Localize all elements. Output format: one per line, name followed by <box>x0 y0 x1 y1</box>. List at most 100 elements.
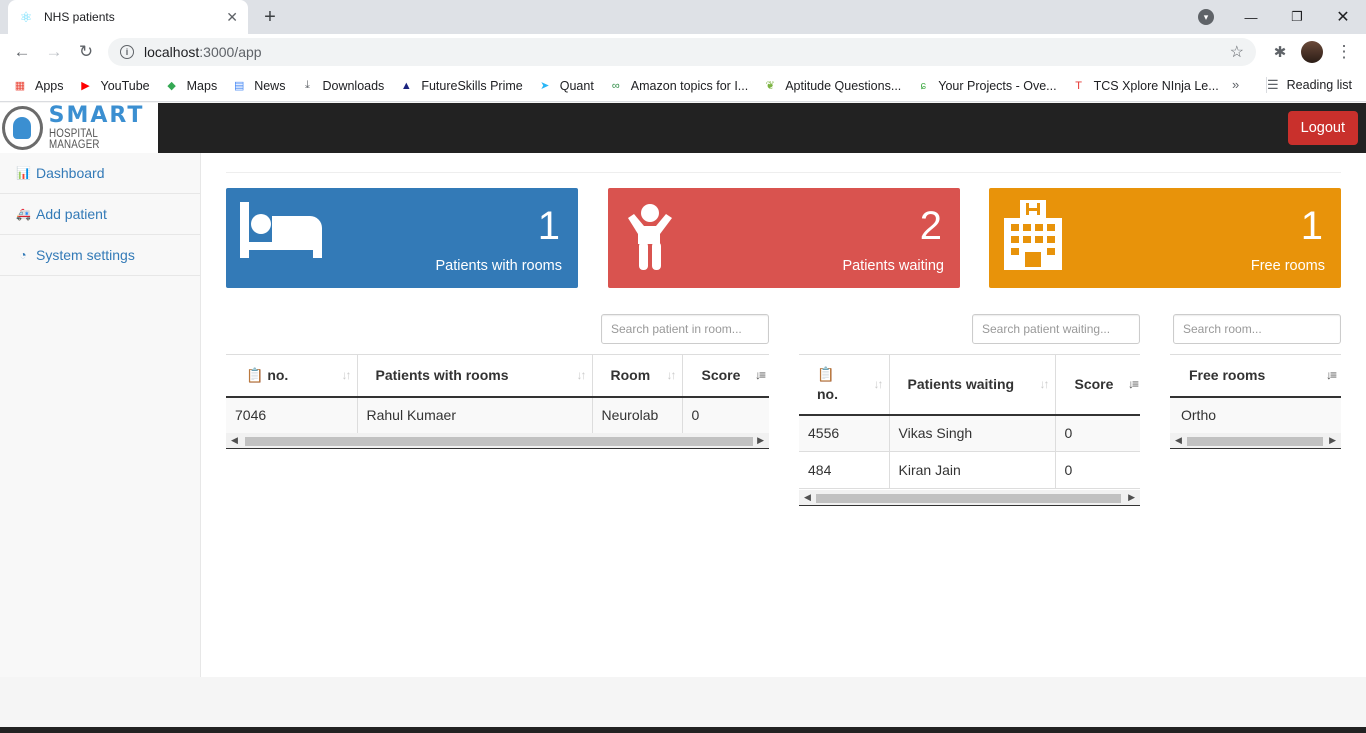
search-patient-waiting-input[interactable]: Search patient waiting... <box>972 314 1140 344</box>
reload-button[interactable]: ↻ <box>70 36 102 68</box>
new-tab-button[interactable]: + <box>258 5 282 29</box>
tab-search-icon[interactable]: ▾ <box>1198 9 1214 25</box>
bookmark-star-icon[interactable]: ☆ <box>1230 42 1244 62</box>
bookmark-label: Aptitude Questions... <box>785 78 902 93</box>
bookmark-label: Quant <box>559 78 594 93</box>
stethoscope-emblem-icon <box>2 106 43 150</box>
column-header-patients-with-rooms[interactable]: Patients with rooms ↓↑ <box>357 354 593 398</box>
logout-button[interactable]: Logout <box>1287 111 1358 145</box>
search-room-input[interactable]: Search room... <box>1173 314 1341 344</box>
taskbar-edge <box>0 727 1366 733</box>
back-button[interactable]: ← <box>6 36 38 68</box>
bookmark-youtube[interactable]: ▶ YouTube <box>78 78 150 94</box>
bookmark-news[interactable]: ▤ News <box>231 78 285 94</box>
waiting-table-scrollbar[interactable]: ◀ ▶ <box>799 490 1140 506</box>
gfg-icon: ∞ <box>611 79 620 92</box>
table-cell: Vikas Singh <box>889 414 1056 452</box>
free-rooms-table: Free rooms ↓≡ Ortho <box>1170 354 1341 434</box>
panel-label: Patients with rooms <box>435 258 562 274</box>
bookmark-futureskills-prime[interactable]: ▲ FutureSkills Prime <box>398 78 523 94</box>
restore-button[interactable]: ❐ <box>1274 0 1320 34</box>
bookmark-label: Maps <box>186 78 218 93</box>
sidebar-item-dashboard[interactable]: 📊 Dashboard <box>0 153 200 194</box>
table-row[interactable]: 4556 Vikas Singh 0 <box>799 414 1140 452</box>
column-header-score[interactable]: Score ↓≡ <box>682 354 769 398</box>
table-cell: Rahul Kumaer <box>357 396 593 434</box>
table-cell: 4556 <box>799 414 890 452</box>
close-window-button[interactable]: ✕ <box>1320 0 1366 34</box>
panel-value: 1 <box>537 204 560 248</box>
column-header-room[interactable]: Room ↓↑ <box>592 354 683 398</box>
extensions-icon[interactable]: ✱ <box>1264 34 1296 70</box>
minimize-button[interactable]: — <box>1228 0 1274 34</box>
browser-tab[interactable]: ⚛ NHS patients ✕ <box>8 0 248 34</box>
bookmark-label: Your Projects - Ove... <box>938 78 1057 93</box>
sidebar-item-label: System settings <box>36 247 135 263</box>
divider <box>226 172 1341 173</box>
overleaf-icon: ɕ <box>920 79 927 92</box>
table-cell: 0 <box>682 396 769 434</box>
panel-label: Free rooms <box>1250 258 1325 274</box>
app-header: SMART HOSPITAL MANAGER Logout <box>0 103 1366 153</box>
close-tab-icon[interactable]: ✕ <box>226 9 238 26</box>
column-header-score[interactable]: Score ↓≡ <box>1055 354 1140 416</box>
table-row[interactable]: 7046 Rahul Kumaer Neurolab 0 <box>226 396 769 434</box>
main-content: 1 Patients with rooms 2 Patients waiting… <box>201 153 1366 677</box>
address-bar[interactable]: i localhost:3000/app ☆ <box>108 38 1256 66</box>
rooms-table-scrollbar[interactable]: ◀ ▶ <box>226 433 769 449</box>
more-bookmarks-icon[interactable]: » <box>1232 77 1239 92</box>
panel-value: 2 <box>919 204 942 248</box>
reading-list-label: Reading list <box>1286 78 1352 92</box>
column-header-no[interactable]: 📋 no. ↓↑ <box>799 354 890 416</box>
reading-list-button[interactable]: ☰ Reading list <box>1266 77 1352 93</box>
smart-hospital-logo[interactable]: SMART HOSPITAL MANAGER <box>0 103 158 153</box>
table-cell: 0 <box>1055 414 1140 452</box>
free-rooms-scrollbar[interactable]: ◀ ▶ <box>1170 433 1341 449</box>
tab-title: NHS patients <box>44 10 115 24</box>
logo-title: SMART <box>48 102 145 128</box>
reading-list-icon: ☰ <box>1267 77 1279 92</box>
column-header-no[interactable]: 📋 no. ↓↑ <box>226 354 358 398</box>
leaf-icon: ❦ <box>765 80 775 92</box>
rooms-table: 📋 no. ↓↑ Patients with rooms ↓↑ Room ↓↑ Sco… <box>226 354 769 434</box>
sidebar-item-system-settings[interactable]: ◔ System settings <box>0 235 200 276</box>
child-icon <box>626 204 674 281</box>
table-row[interactable]: Ortho <box>1170 396 1341 434</box>
download-icon: ⤓ <box>305 79 310 91</box>
profile-avatar[interactable] <box>1296 34 1328 70</box>
tcs-icon: T <box>1075 79 1082 92</box>
bookmark-quant[interactable]: ➤ Quant <box>537 78 594 94</box>
panel-patients-with-rooms: 1 Patients with rooms <box>226 188 578 288</box>
bookmark-amazon-topics-for-i[interactable]: ∞ Amazon topics for I... <box>608 78 748 94</box>
bookmark-label: YouTube <box>100 78 150 93</box>
bookmark-label: FutureSkills Prime <box>421 78 523 93</box>
hospital-building-icon <box>1004 200 1062 281</box>
search-patient-in-room-input[interactable]: Search patient in room... <box>601 314 769 344</box>
bookmark-apps[interactable]: ▦ Apps <box>12 78 64 94</box>
panel-label: Patients waiting <box>842 258 944 274</box>
browser-toolbar: ← → ↻ i localhost:3000/app ☆ ✱ ⋮ <box>0 34 1366 70</box>
bookmark-maps[interactable]: ◆ Maps <box>164 78 218 94</box>
site-info-icon[interactable]: i <box>120 45 134 59</box>
table-row[interactable]: 484 Kiran Jain 0 <box>799 451 1140 489</box>
clipboard-icon: 📋 <box>246 366 264 383</box>
forward-button[interactable]: → <box>38 36 70 68</box>
apps-grid-icon: ▦ <box>14 80 26 92</box>
column-header-patients-waiting[interactable]: Patients waiting ↓↑ <box>889 354 1056 416</box>
table-cell: Ortho <box>1170 396 1341 434</box>
column-header-free-rooms[interactable]: Free rooms ↓≡ <box>1170 354 1341 398</box>
sidebar-item-add-patient[interactable]: 🚑 Add patient <box>0 194 200 235</box>
table-cell: Neurolab <box>592 396 683 434</box>
browser-tabstrip: ⚛ NHS patients ✕ + ▾ — ❐ ✕ <box>0 0 1366 34</box>
sidebar: 📊 Dashboard 🚑 Add patient ◔ System setti… <box>0 153 201 677</box>
table-cell: 0 <box>1055 451 1140 489</box>
bookmark-tcs-xplore-ninja-le[interactable]: T TCS Xplore NInja Le... <box>1071 78 1218 94</box>
quant-icon: ➤ <box>540 80 550 92</box>
browser-menu-icon[interactable]: ⋮ <box>1328 34 1360 70</box>
bookmark-downloads[interactable]: ⤓ Downloads <box>299 78 384 94</box>
sidebar-item-label: Dashboard <box>36 165 105 181</box>
bookmark-your-projects-ove[interactable]: ɕ Your Projects - Ove... <box>915 78 1057 94</box>
clipboard-icon: 📋 <box>817 366 835 383</box>
bar-chart-icon: 📊 <box>16 166 31 180</box>
bookmark-aptitude-questions[interactable]: ❦ Aptitude Questions... <box>762 78 902 94</box>
